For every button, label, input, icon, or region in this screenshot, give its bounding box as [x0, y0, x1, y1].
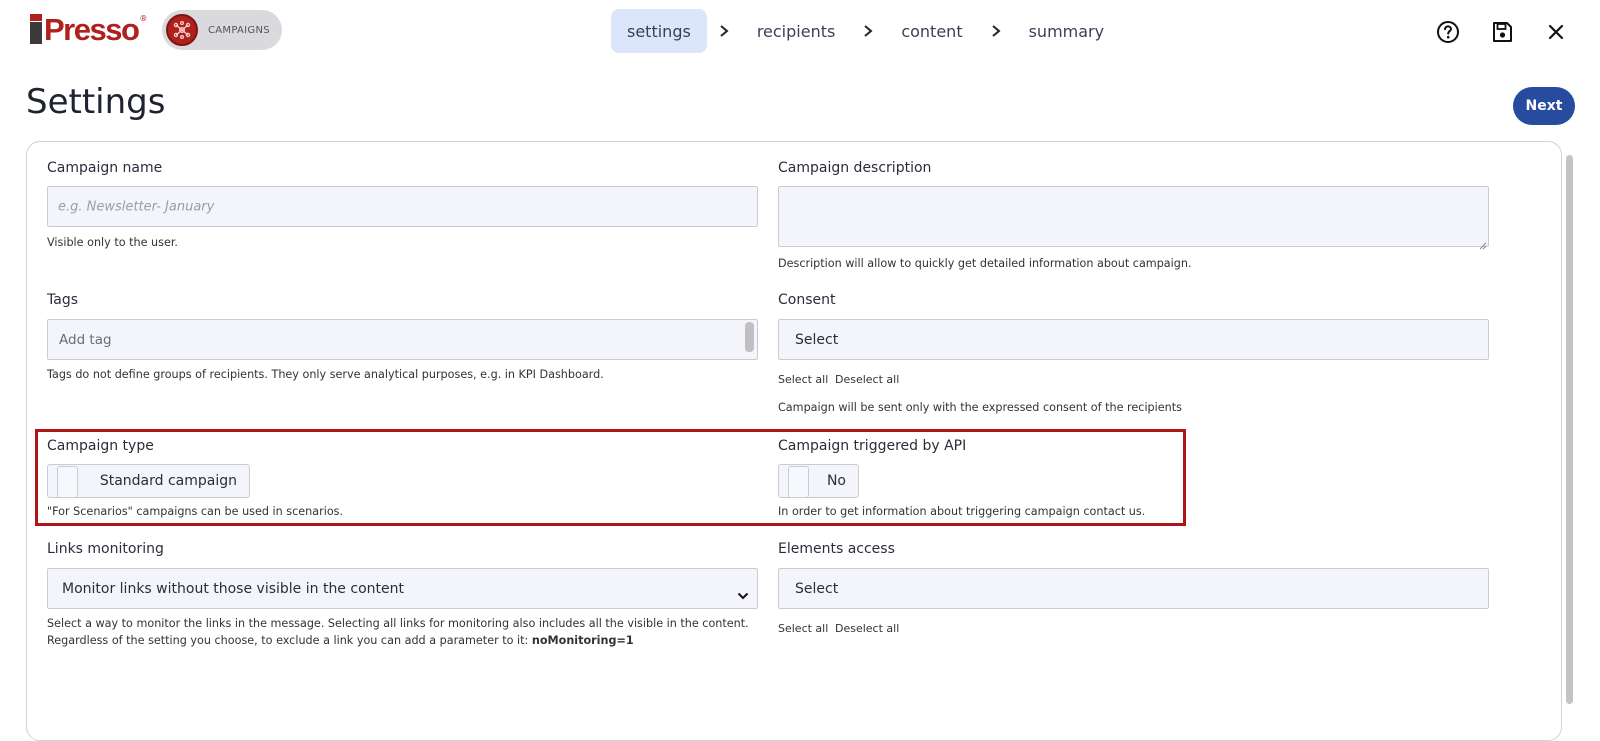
module-switcher[interactable]: CAMPAIGNS: [162, 10, 282, 50]
elements-deselect-all-link[interactable]: Deselect all: [835, 622, 899, 635]
campaign-description-textarea[interactable]: [778, 186, 1489, 250]
wizard-steps: settings recipients content summary: [611, 9, 1120, 53]
campaign-type-value: Standard campaign: [99, 473, 237, 489]
api-trigger-hint: In order to get information about trigge…: [778, 505, 1146, 518]
elements-access-label: Elements access: [778, 541, 895, 557]
tags-label: Tags: [47, 292, 78, 308]
links-monitoring-value: Monitor links without those visible in t…: [62, 580, 404, 597]
campaign-name-hint: Visible only to the user.: [47, 236, 178, 249]
ipresso-logo[interactable]: Presso ®: [30, 12, 147, 46]
campaign-type-label: Campaign type: [47, 438, 154, 454]
elements-access-select[interactable]: Select: [778, 568, 1489, 609]
api-trigger-label: Campaign triggered by API: [778, 438, 967, 454]
vertical-scrollbar[interactable]: [1565, 141, 1575, 704]
logo-registered-mark: ®: [139, 14, 148, 23]
chevron-right-icon: [707, 9, 741, 53]
consent-deselect-all-link[interactable]: Deselect all: [835, 373, 899, 386]
header-actions: [1410, 16, 1572, 48]
chevron-right-icon: [851, 9, 885, 53]
module-label: CAMPAIGNS: [208, 24, 270, 36]
help-icon[interactable]: [1432, 16, 1464, 48]
toggle-knob[interactable]: [788, 466, 809, 498]
tags-input[interactable]: Add tag: [47, 319, 758, 360]
tags-scrollbar[interactable]: [745, 322, 754, 352]
step-settings[interactable]: settings: [611, 9, 707, 53]
elements-access-value: Select: [795, 580, 839, 597]
campaign-name-input[interactable]: e.g. Newsletter- January: [47, 186, 758, 227]
tags-hint: Tags do not define groups of recipients.…: [47, 368, 604, 381]
campaign-description-hint: Description will allow to quickly get de…: [778, 257, 1192, 270]
consent-select-all-link[interactable]: Select all: [778, 373, 828, 386]
chevron-right-icon: [979, 9, 1013, 53]
next-button[interactable]: Next: [1513, 87, 1575, 125]
campaign-network-icon: [166, 14, 198, 46]
toggle-knob[interactable]: [57, 466, 78, 498]
top-bar: Presso ® CAMPAIGNS settings recipients c…: [0, 0, 1600, 62]
logo-i-mark: [30, 14, 43, 44]
campaign-name-placeholder: e.g. Newsletter- January: [58, 199, 215, 214]
consent-label: Consent: [778, 292, 836, 308]
close-icon[interactable]: [1540, 16, 1572, 48]
resize-handle-icon[interactable]: [1477, 235, 1487, 250]
chevron-down-icon: [737, 585, 749, 599]
logo-text: Presso: [44, 11, 140, 47]
step-summary[interactable]: summary: [1013, 9, 1121, 53]
campaign-type-hint: "For Scenarios" campaigns can be used in…: [47, 505, 344, 518]
page-title: Settings: [26, 82, 166, 122]
links-monitoring-hint-text: Regardless of the setting you choose, to…: [47, 634, 529, 647]
no-monitoring-parameter: noMonitoring=1: [531, 634, 634, 647]
campaign-type-toggle[interactable]: Standard campaign: [47, 464, 250, 498]
consent-hint: Campaign will be sent only with the expr…: [778, 401, 1182, 414]
api-trigger-toggle[interactable]: No: [778, 464, 859, 498]
scrollbar-thumb[interactable]: [1566, 155, 1573, 704]
api-trigger-value: No: [826, 473, 846, 489]
links-monitoring-label: Links monitoring: [47, 541, 164, 557]
elements-select-all-link[interactable]: Select all: [778, 622, 828, 635]
links-monitoring-hint-line1: Select a way to monitor the links in the…: [47, 617, 749, 630]
tags-placeholder: Add tag: [59, 331, 112, 348]
step-recipients[interactable]: recipients: [741, 9, 852, 53]
links-monitoring-hint-line2: Regardless of the setting you choose, to…: [47, 633, 634, 649]
links-monitoring-select[interactable]: Monitor links without those visible in t…: [47, 568, 758, 609]
consent-value: Select: [795, 331, 839, 348]
step-content[interactable]: content: [885, 9, 978, 53]
campaign-name-label: Campaign name: [47, 160, 163, 176]
consent-select[interactable]: Select: [778, 319, 1489, 360]
campaign-description-label: Campaign description: [778, 160, 932, 176]
save-icon[interactable]: [1486, 16, 1518, 48]
